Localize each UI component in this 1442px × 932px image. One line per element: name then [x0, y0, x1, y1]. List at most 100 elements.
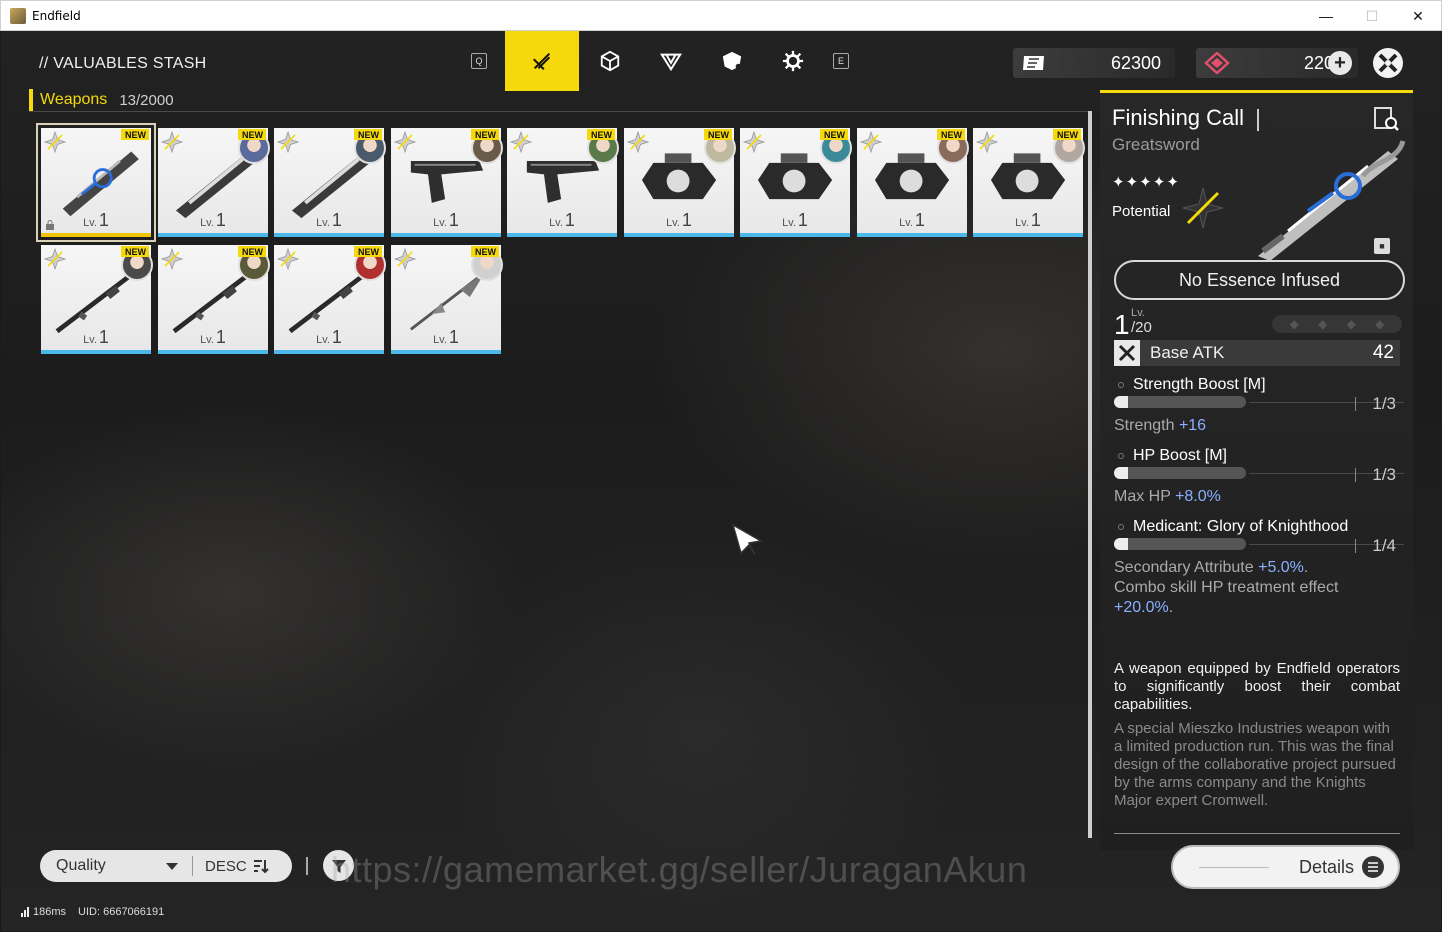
new-badge: NEW	[238, 129, 266, 140]
new-badge: NEW	[704, 129, 732, 140]
level-prefix: Lv.	[666, 217, 680, 229]
skill-level: 1/4	[1372, 536, 1396, 555]
base-atk-row: Base ATK 42	[1114, 340, 1400, 366]
skill-effect-label: Max HP	[1114, 488, 1176, 505]
rarity-star-icon: ✦	[1166, 174, 1179, 191]
weapon-level: Lv. 1	[507, 210, 617, 231]
level-max: /20	[1131, 319, 1152, 336]
maximize-button[interactable]: ☐	[1349, 1, 1395, 31]
skill-dot	[1118, 524, 1124, 530]
next-tab-key-hint[interactable]: E	[833, 53, 849, 69]
close-stash-button[interactable]	[1373, 48, 1403, 78]
potential-label: Potential	[1112, 203, 1171, 220]
level-prefix: Lv.	[200, 334, 214, 346]
tab-gem[interactable]	[640, 31, 701, 91]
essence-button[interactable]: No Essence Infused	[1114, 260, 1405, 300]
skill-level: 1/3	[1372, 394, 1396, 413]
level-number: 1	[215, 210, 226, 230]
level-prefix: Lv.	[316, 217, 330, 229]
weapon-level: Lv. 1	[391, 327, 501, 348]
level-prefix: Lv.	[316, 334, 330, 346]
menu-icon	[1362, 856, 1384, 878]
weapon-card[interactable]: NEW Lv. 1	[507, 128, 619, 237]
new-badge: NEW	[238, 246, 266, 257]
weapon-level: Lv. 1	[740, 210, 850, 231]
base-atk-value: 42	[1372, 342, 1394, 363]
weapon-card[interactable]: NEW Lv. 1	[857, 128, 969, 237]
level-tag: Lv.	[1131, 307, 1145, 319]
status-bar: 186ms UID: 6667066191	[21, 906, 164, 918]
gear-tab-icon	[782, 50, 803, 72]
minimize-button[interactable]: —	[1303, 1, 1349, 31]
weapon-tab-icon	[533, 52, 551, 70]
tab-gear[interactable]	[762, 31, 823, 91]
weapon-card[interactable]: NEW Lv. 1	[624, 128, 736, 237]
level-number: 1	[98, 210, 109, 230]
sort-dropdown[interactable]: Quality	[56, 857, 166, 875]
level-prefix: Lv.	[200, 217, 214, 229]
signal-icon	[21, 907, 29, 917]
app-icon	[10, 7, 26, 24]
details-label: Details	[1298, 856, 1354, 877]
weapon-card[interactable]: NEW Lv. 1	[36, 123, 156, 242]
sort-order-button[interactable]: DESC	[205, 858, 247, 875]
inspect-icon[interactable]	[1372, 105, 1400, 133]
skill-effect-label: Secondary Attribute	[1114, 559, 1259, 576]
weapon-card[interactable]: NEW Lv. 1	[274, 245, 386, 354]
weapon-card[interactable]: NEW Lv. 1	[158, 128, 270, 237]
sort-order-icon[interactable]	[253, 858, 269, 874]
weapon-card[interactable]: NEW Lv. 1	[41, 245, 153, 354]
prev-tab-key-hint[interactable]: Q	[471, 53, 487, 69]
level-number: 1	[448, 210, 459, 230]
category-header: Weapons 13/2000	[29, 89, 174, 111]
ticket-currency-value: 62300	[1110, 52, 1161, 73]
close-window-button[interactable]: ✕	[1395, 1, 1441, 31]
weapon-card[interactable]: NEW Lv. 1	[391, 128, 503, 237]
tab-cube[interactable]	[579, 31, 640, 91]
name-divider	[1257, 109, 1259, 131]
cube-tab-icon	[600, 50, 619, 72]
weapon-image	[62, 151, 139, 217]
lock-icon[interactable]: ■	[1374, 238, 1390, 254]
skill-effect-value-2: +20.0%	[1114, 599, 1169, 616]
level-prefix: Lv.	[83, 334, 97, 346]
skill-effect-value: +8.0%	[1175, 488, 1221, 505]
skill-separator	[1355, 468, 1356, 482]
skill-separator	[1355, 539, 1356, 553]
level-prefix: Lv.	[433, 334, 447, 346]
tab-material[interactable]	[701, 31, 762, 91]
weapon-level: Lv. 1	[41, 327, 151, 348]
skill-dot	[1118, 382, 1124, 388]
weapon-card[interactable]: NEW Lv. 1	[973, 128, 1085, 237]
weapon-card[interactable]: NEW Lv. 1	[391, 245, 503, 354]
new-badge: NEW	[354, 129, 382, 140]
close-icon	[1378, 53, 1398, 73]
new-badge: NEW	[937, 129, 965, 140]
weapon-card[interactable]: NEW Lv. 1	[158, 245, 270, 354]
tab-weapons[interactable]	[505, 31, 579, 91]
base-atk-label: Base ATK	[1150, 343, 1225, 362]
gem-tab-icon	[659, 53, 682, 72]
weapon-card[interactable]: NEW Lv. 1	[274, 128, 386, 237]
window-controls: — ☐ ✕	[1303, 1, 1441, 31]
add-currency-button[interactable]: +	[1328, 51, 1352, 75]
skill-effect: Strength +16	[1114, 416, 1206, 436]
level-prefix: Lv.	[899, 217, 913, 229]
sort-control: Quality DESC	[40, 850, 292, 882]
weapon-card[interactable]: NEW Lv. 1	[740, 128, 852, 237]
skill-effect: Secondary Attribute +5.0%. Combo skill HP…	[1114, 558, 1338, 618]
game-viewport: // VALUABLES STASH Q E 62300 2200 + Weap…	[1, 31, 1441, 931]
grid-scrollbar[interactable]	[1088, 111, 1092, 838]
atk-icon	[1114, 340, 1140, 366]
weapon-type: Greatsword	[1112, 135, 1200, 154]
weapon-detail-panel: Finishing Call Greatsword ✦ ✦ ✦ ✦ ✦ Potentia…	[1100, 90, 1413, 862]
ping-value: 186ms	[33, 906, 67, 918]
skill-level: 1/3	[1372, 465, 1396, 484]
chevron-down-icon[interactable]	[166, 862, 178, 870]
level-prefix: Lv.	[782, 217, 796, 229]
skill-name: Strength Boost [M]	[1133, 376, 1266, 393]
details-button[interactable]: Details	[1171, 845, 1400, 889]
source-divider	[1114, 833, 1400, 834]
level-number: 1	[331, 210, 342, 230]
category-accent	[29, 89, 33, 111]
